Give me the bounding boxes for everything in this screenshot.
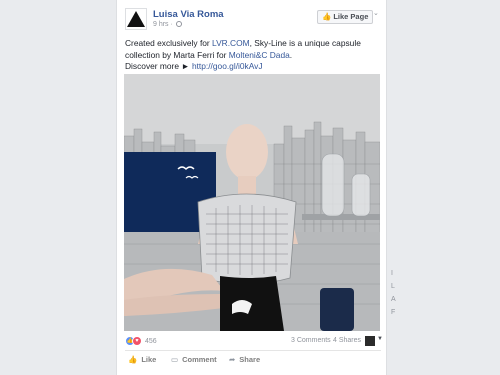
short-url-link[interactable]: http://goo.gl/i0kAvJ [192,61,263,71]
like-page-button[interactable]: 👍 Like Page [317,10,374,24]
meta-separator: · [170,21,173,28]
chevron-down-icon[interactable]: ▼ [377,336,383,342]
post-text-segment: . [289,49,293,60]
post-text-segment: Created exclusively for [125,38,213,48]
share-label: Share [239,355,261,364]
lvr-link[interactable]: LVR.COM [212,38,250,48]
post-meta: 9 hrs · [153,21,182,28]
thumbs-up-icon: 👍 [322,12,332,21]
post-text-segment: Discover more ► [125,61,192,71]
side-letter: F [391,309,396,316]
like-button[interactable]: 👍 Like [128,355,156,364]
comment-button[interactable]: ▭ Comment [171,355,217,364]
chevron-down-icon[interactable]: ⌄ [373,10,381,18]
right-sidebar-edge [386,0,500,375]
comments-count-link[interactable]: 3 Comments [291,337,331,344]
photo-illustration [124,74,380,331]
like-label: Like [141,355,157,364]
side-letter: I [391,270,393,277]
post-stats: 👍 ♥ 456 3 Comments 4 Shares ▼ [125,336,383,348]
viewer-avatar[interactable] [365,336,375,346]
post-header: Luisa Via Roma 9 hrs · 👍 Like Page ⌄ [117,8,386,34]
shares-count-link[interactable]: 4 Shares [333,337,361,344]
share-button[interactable]: ➦ Share [229,355,260,364]
like-page-label: Like Page [333,12,369,21]
post-text: Created exclusively for LVR.COM, Sky-Lin… [125,38,383,73]
page-name-link[interactable]: Luisa Via Roma [153,9,224,20]
post-photo[interactable] [124,74,380,331]
side-letter: L [391,283,395,290]
post-timestamp[interactable]: 9 hrs [153,21,169,28]
reactions-summary[interactable]: 👍 ♥ 456 [125,336,157,346]
share-icon: ➦ [229,355,236,364]
post-card: Luisa Via Roma 9 hrs · 👍 Like Page ⌄ Crea… [116,0,387,375]
molteni-link[interactable]: Molteni&C Dada [229,50,290,60]
comment-label: Comment [182,355,217,364]
globe-icon [175,21,182,28]
triangle-logo-icon [127,11,145,27]
side-letter: A [391,296,396,303]
reaction-count: 456 [145,337,157,345]
comment-icon: ▭ [171,355,179,364]
love-reaction-icon: ♥ [132,336,142,346]
page-avatar[interactable] [125,8,147,30]
thumbs-up-icon: 👍 [128,355,138,364]
post-actions: 👍 Like ▭ Comment ➦ Share [125,354,381,368]
divider [125,350,381,351]
